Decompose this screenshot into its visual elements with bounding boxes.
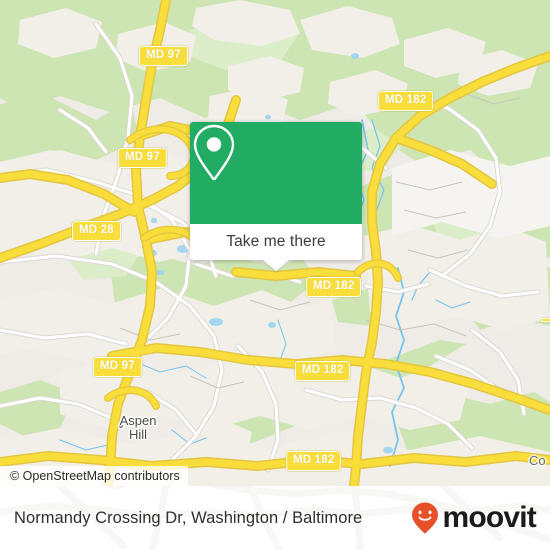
road-shield-edge-clipped — [541, 318, 550, 322]
road-shield-md-182-mid: MD 182 — [295, 361, 351, 381]
moovit-smiley-pin-icon — [412, 502, 439, 534]
road-shield-md-182-south: MD 182 — [286, 451, 342, 471]
screenshot-root: MD 97 MD 182 MD 97 MD 28 MD 182 MD 97 MD… — [0, 0, 550, 550]
map-pin-icon — [193, 124, 235, 181]
road-shield-md-182-center: MD 182 — [306, 277, 362, 297]
place-label-edge-clipped: Co — [529, 453, 546, 468]
popup-footer[interactable]: Take me there — [190, 224, 362, 271]
map-attribution[interactable]: © OpenStreetMap contributors — [0, 466, 188, 486]
road-shield-md-28: MD 28 — [72, 221, 121, 241]
popup-tail-pointer — [263, 260, 289, 271]
moovit-wordmark: moovit — [442, 501, 536, 534]
take-me-there-button[interactable]: Take me there — [226, 233, 326, 251]
place-label-aspen-hill: Aspen Hill — [119, 413, 157, 442]
popup-header — [190, 122, 362, 224]
attribution-text: © OpenStreetMap contributors — [10, 469, 180, 483]
moovit-brand[interactable]: moovit — [410, 501, 537, 535]
road-shield-md-97-south: MD 97 — [93, 357, 142, 377]
road-shield-md-97-mid: MD 97 — [118, 148, 167, 168]
footer-bar: Normandy Crossing Dr, Washington / Balti… — [0, 486, 550, 550]
road-shield-md-182-north: MD 182 — [378, 91, 434, 111]
map-canvas[interactable]: MD 97 MD 182 MD 97 MD 28 MD 182 MD 97 MD… — [0, 0, 550, 486]
location-title: Normandy Crossing Dr, Washington / Balti… — [14, 508, 363, 527]
road-shield-md-97-north: MD 97 — [139, 46, 188, 66]
location-popup-card[interactable]: Take me there — [190, 122, 362, 271]
